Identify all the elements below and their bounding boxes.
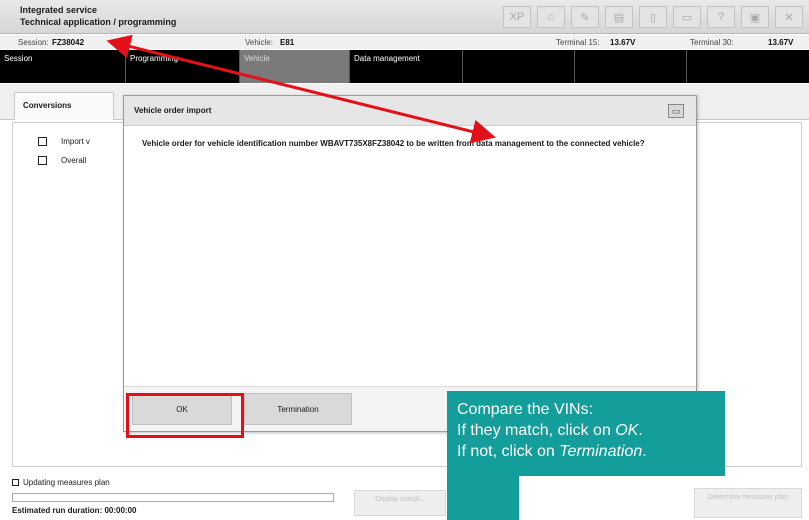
print-icon[interactable]: ▭ <box>668 104 684 118</box>
xp-icon[interactable]: XP <box>503 6 531 28</box>
progress-bar <box>12 493 334 502</box>
updating-label: Updating measures plan <box>23 478 110 487</box>
terminal30-value: 13.67V <box>768 38 794 47</box>
document-icon[interactable]: ▯ <box>639 6 667 28</box>
terminal30-label: Terminal 30: <box>690 38 734 47</box>
session-label: Session: <box>18 38 49 47</box>
title-bar: Integrated service Technical application… <box>0 0 809 34</box>
nav-vehicle[interactable]: Vehicle <box>240 50 350 83</box>
home-icon[interactable]: ⌂ <box>537 6 565 28</box>
vehicle-order-import-dialog: Vehicle order import ▭ Vehicle order for… <box>123 95 697 432</box>
nav-programming[interactable]: Programming <box>126 50 240 83</box>
import-checkbox[interactable] <box>38 137 47 146</box>
display-button[interactable]: Display compl... <box>354 490 446 516</box>
session-value: FZ38042 <box>52 38 85 47</box>
ok-highlight-box <box>126 393 244 438</box>
dialog-header: Vehicle order import ▭ <box>124 96 696 126</box>
expand-icon[interactable] <box>12 479 19 486</box>
callout-line3-prefix: If not, click on <box>457 443 560 460</box>
terminal15-value: 13.67V <box>610 38 636 47</box>
instruction-callout: Compare the VINs: If they match, click o… <box>447 391 725 476</box>
toolbar-icons: XP ⌂ ✎ ▤ ▯ ▭? ▣ ✕ <box>503 6 803 28</box>
wrench-icon[interactable]: ✎ <box>571 6 599 28</box>
callout-tail <box>447 476 519 520</box>
nav-empty-1[interactable] <box>463 50 575 83</box>
help-icon[interactable]: ? <box>707 6 735 28</box>
close-icon[interactable]: ✕ <box>775 6 803 28</box>
determine-measures-plan-button[interactable]: Determine measures plan <box>694 488 802 518</box>
duration-value: 00:00:00 <box>104 506 137 515</box>
id-card-icon[interactable]: ▤ <box>605 6 633 28</box>
checkbox-row-overall: Overall <box>38 156 86 165</box>
checkbox-row-import: Import v <box>38 137 90 146</box>
nav-data-management[interactable]: Data management <box>350 50 463 83</box>
display-icon[interactable]: ▣ <box>741 6 769 28</box>
main-nav: Session Programming Vehicle Data managem… <box>0 50 809 83</box>
tab-conversions[interactable]: Conversions <box>14 92 114 120</box>
dialog-message: Vehicle order for vehicle identification… <box>142 139 645 148</box>
nav-empty-2[interactable] <box>575 50 687 83</box>
callout-line3-emph: Termination <box>559 443 643 460</box>
duration-label: Estimated run duration: <box>12 506 103 515</box>
import-label: Import v <box>61 137 90 146</box>
overall-checkbox[interactable] <box>38 156 47 165</box>
app-title-line2: Technical application / programming <box>20 17 177 27</box>
callout-line3-suffix: . <box>642 443 647 460</box>
session-info-row: Session: FZ38042 Vehicle: E81 Terminal 1… <box>0 35 809 49</box>
callout-line2-suffix: . <box>638 422 643 439</box>
app-title-line1: Integrated service <box>20 5 98 15</box>
app-title: Integrated service Technical application… <box>20 4 176 28</box>
callout-line2-prefix: If they match, click on <box>457 422 616 439</box>
print-icon[interactable]: ▭ <box>673 6 701 28</box>
dialog-title: Vehicle order import <box>134 106 212 115</box>
terminal15-label: Terminal 15: <box>556 38 600 47</box>
vehicle-value: E81 <box>280 38 295 47</box>
nav-session[interactable]: Session <box>0 50 126 83</box>
callout-line1: Compare the VINs: <box>457 401 594 418</box>
overall-label: Overall <box>61 156 87 165</box>
callout-line2-emph: OK <box>615 422 639 439</box>
nav-empty-3[interactable] <box>687 50 809 83</box>
termination-button[interactable]: Termination <box>244 393 352 425</box>
vehicle-label: Vehicle: <box>245 38 274 47</box>
